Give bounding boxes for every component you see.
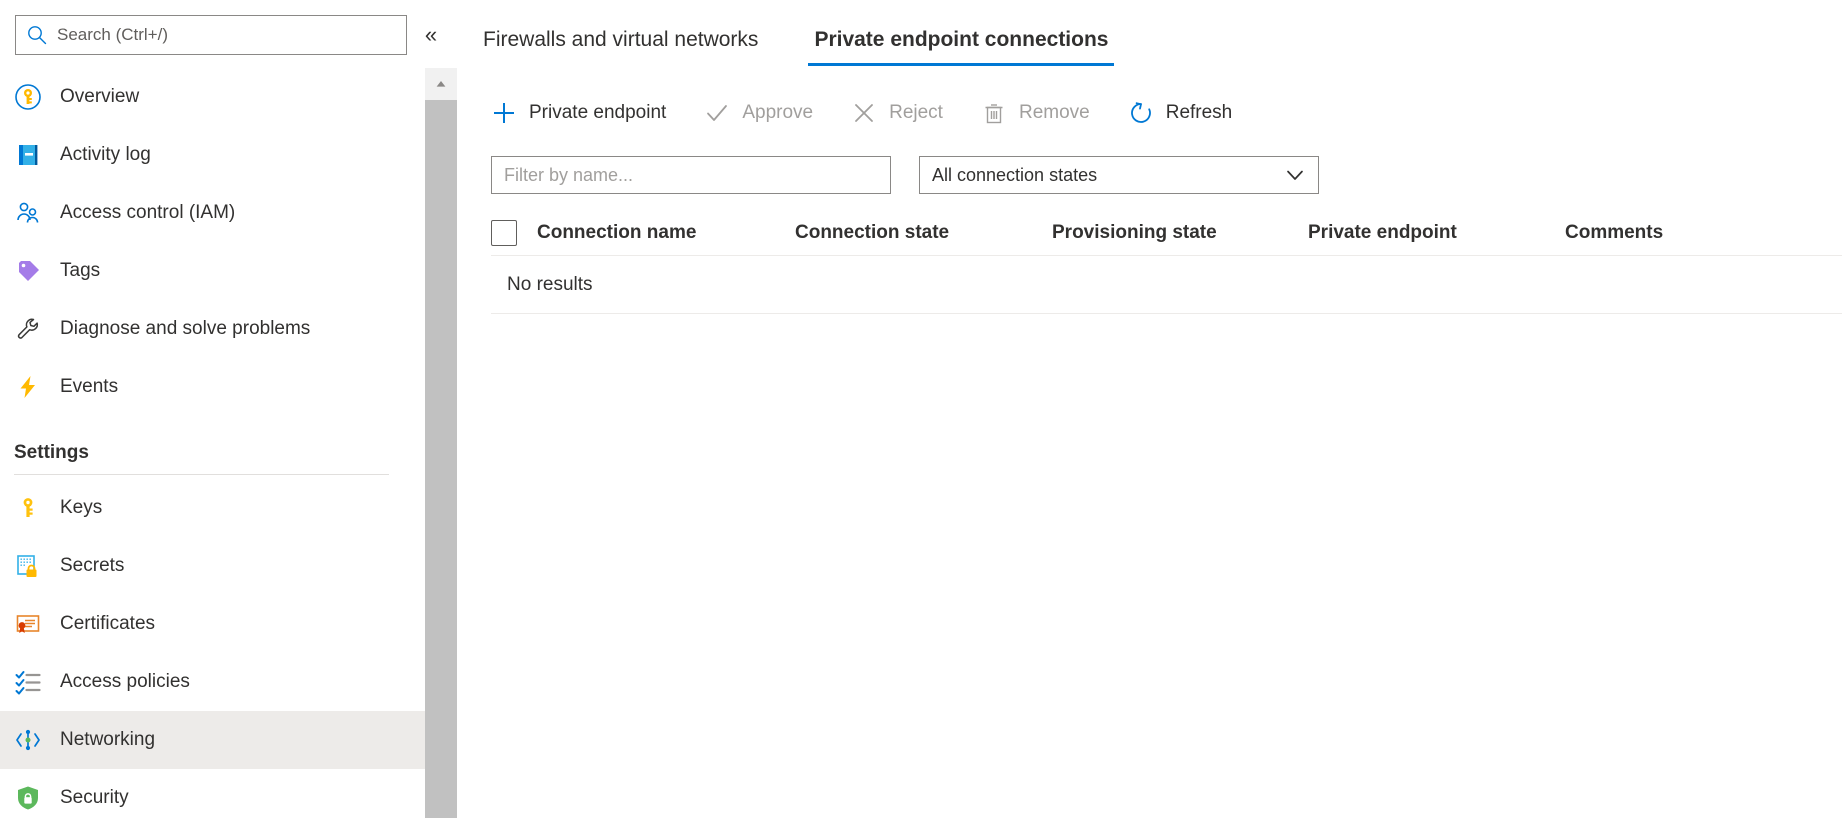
connection-state-selected-value: All connection states <box>932 165 1097 186</box>
approve-button[interactable]: Approve <box>704 91 827 135</box>
key-circle-icon <box>14 83 42 111</box>
sidebar-item-access-policies[interactable]: Access policies <box>0 653 425 711</box>
sidebar-item-label: Certificates <box>60 613 155 635</box>
tab-label: Private endpoint connections <box>814 28 1108 51</box>
sidebar-item-tags[interactable]: Tags <box>0 242 425 300</box>
sidebar-item-label: Access control (IAM) <box>60 202 235 224</box>
command-label: Remove <box>1019 102 1090 124</box>
connection-state-dropdown[interactable]: All connection states <box>919 156 1319 194</box>
sidebar-item-activity-log[interactable]: Activity log <box>0 126 425 184</box>
networking-icon <box>14 726 42 754</box>
sidebar-item-diagnose-and-solve-problems[interactable]: Diagnose and solve problems <box>0 300 425 358</box>
filter-row: All connection states <box>477 156 1842 194</box>
sidebar-item-networking[interactable]: Networking <box>0 711 425 769</box>
wrench-icon <box>14 315 42 343</box>
sidebar-item-certificates[interactable]: Certificates <box>0 595 425 653</box>
sidebar-item-label: Events <box>60 376 118 398</box>
remove-button[interactable]: Remove <box>981 91 1104 135</box>
azure-portal-blade: « Overview <box>0 0 1842 818</box>
sidebar-item-label: Networking <box>60 729 155 751</box>
command-bar: Private endpoint Approve Reject <box>477 86 1842 140</box>
sidebar-item-overview[interactable]: Overview <box>0 68 425 126</box>
key-icon <box>14 494 42 522</box>
no-results-message: No results <box>507 274 593 296</box>
sidebar-item-label: Keys <box>60 497 102 519</box>
filter-by-name-input[interactable] <box>491 156 891 194</box>
search-input[interactable] <box>48 25 396 45</box>
select-all-cell <box>491 220 537 246</box>
sidebar-item-label: Secrets <box>60 555 124 577</box>
tab-bar: Firewalls and virtual networks Private e… <box>477 0 1842 66</box>
column-header-connection-name[interactable]: Connection name <box>537 222 795 244</box>
chevron-down-icon <box>1284 164 1306 186</box>
shield-lock-icon <box>14 784 42 812</box>
sidebar-item-label: Diagnose and solve problems <box>60 318 310 340</box>
plus-icon <box>491 100 517 126</box>
refresh-button[interactable]: Refresh <box>1128 91 1247 135</box>
sidebar-item-label: Access policies <box>60 671 190 693</box>
column-header-connection-state[interactable]: Connection state <box>795 222 1052 244</box>
secret-lock-icon <box>14 552 42 580</box>
search-icon <box>26 24 48 46</box>
checklist-icon <box>14 668 42 696</box>
column-header-comments[interactable]: Comments <box>1565 222 1842 244</box>
sidebar-item-label: Tags <box>60 260 100 282</box>
reject-button[interactable]: Reject <box>851 91 957 135</box>
access-control-icon <box>14 199 42 227</box>
sidebar-item-access-control[interactable]: Access control (IAM) <box>0 184 425 242</box>
check-icon <box>704 100 730 126</box>
select-all-checkbox[interactable] <box>491 220 517 246</box>
tab-private-endpoint-connections[interactable]: Private endpoint connections <box>808 28 1114 66</box>
command-label: Refresh <box>1166 102 1233 124</box>
command-label: Private endpoint <box>529 102 666 124</box>
sidebar-item-security[interactable]: Security <box>0 769 425 818</box>
caret-up-icon <box>434 77 448 91</box>
column-header-private-endpoint[interactable]: Private endpoint <box>1308 222 1565 244</box>
sidebar-nav-list: Overview Activity log <box>0 68 425 818</box>
scrollbar-thumb[interactable] <box>425 100 457 818</box>
tab-label: Firewalls and virtual networks <box>483 28 758 51</box>
refresh-icon <box>1128 100 1154 126</box>
activity-log-icon <box>14 141 42 169</box>
table-header-row: Connection name Connection state Provisi… <box>491 210 1842 256</box>
sidebar-group-divider <box>14 474 389 475</box>
private-endpoint-connections-table: Connection name Connection state Provisi… <box>477 210 1842 314</box>
collapse-sidebar-button[interactable]: « <box>415 20 447 50</box>
command-label: Reject <box>889 102 943 124</box>
sidebar-item-events[interactable]: Events <box>0 358 425 416</box>
private-endpoint-button[interactable]: Private endpoint <box>491 91 680 135</box>
sidebar-item-keys[interactable]: Keys <box>0 479 425 537</box>
x-icon <box>851 100 877 126</box>
resource-menu-sidebar: « Overview <box>0 0 425 818</box>
sidebar-item-secrets[interactable]: Secrets <box>0 537 425 595</box>
sidebar-scrollbar[interactable] <box>425 68 457 818</box>
command-label: Approve <box>742 102 813 124</box>
sidebar-item-label: Overview <box>60 86 139 108</box>
sidebar-item-label: Activity log <box>60 144 151 166</box>
sidebar-group-settings: Settings <box>0 416 425 464</box>
blade-content: Firewalls and virtual networks Private e… <box>425 0 1842 818</box>
tag-icon <box>14 257 42 285</box>
sidebar-search[interactable] <box>15 15 407 55</box>
trash-icon <box>981 100 1007 126</box>
scroll-up-button[interactable] <box>425 68 457 100</box>
column-header-provisioning-state[interactable]: Provisioning state <box>1052 222 1308 244</box>
certificate-icon <box>14 610 42 638</box>
lightning-bolt-icon <box>14 373 42 401</box>
tab-firewalls-and-virtual-networks[interactable]: Firewalls and virtual networks <box>477 28 764 66</box>
table-empty-row: No results <box>491 256 1842 314</box>
sidebar-item-label: Security <box>60 787 129 809</box>
